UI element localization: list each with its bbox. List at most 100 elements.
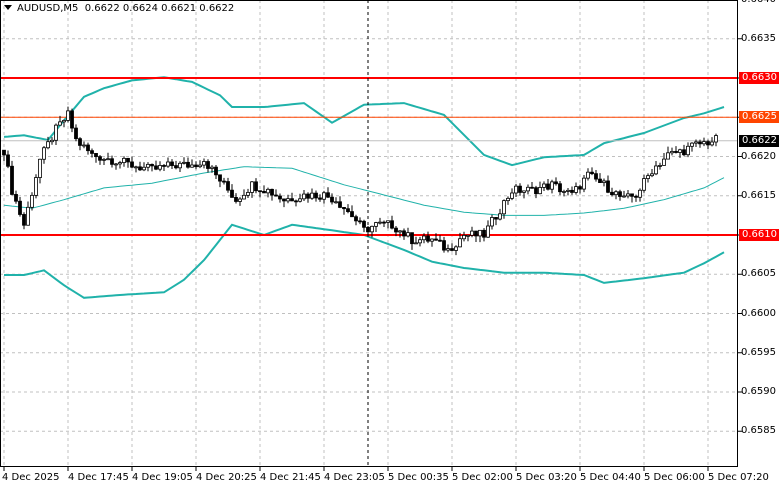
candle-body xyxy=(330,196,334,203)
candle-body xyxy=(318,197,322,200)
candle xyxy=(82,141,86,149)
candle-body xyxy=(74,127,78,140)
candle xyxy=(618,189,622,201)
candle xyxy=(702,137,706,147)
candle-body xyxy=(62,120,66,123)
candle xyxy=(234,193,238,204)
candle xyxy=(682,144,686,157)
candle-body xyxy=(434,238,438,241)
candle xyxy=(690,142,694,152)
candle xyxy=(486,220,490,238)
chart-window[interactable]: AUDUSD,M5 0.6622 0.6624 0.6621 0.6622 0.… xyxy=(0,0,781,489)
candle-body xyxy=(398,230,402,233)
candle-body xyxy=(342,207,346,210)
candle-body xyxy=(182,161,186,164)
candle-body xyxy=(482,229,486,238)
candle xyxy=(30,192,34,211)
candle xyxy=(386,220,390,229)
candle xyxy=(190,159,194,168)
candle-body xyxy=(162,165,166,167)
time-label: 4 Dec 20:25 xyxy=(196,472,257,483)
candle xyxy=(98,154,102,165)
candle xyxy=(490,214,494,230)
candle xyxy=(566,187,570,196)
candle xyxy=(74,124,78,142)
price-label: 0.6595 xyxy=(741,346,776,358)
candle-body xyxy=(574,186,578,193)
candle xyxy=(254,178,258,194)
candle-body xyxy=(546,183,550,190)
candle-body xyxy=(254,181,258,192)
candle xyxy=(614,190,618,200)
candle-body xyxy=(278,195,282,200)
candle xyxy=(342,207,346,215)
candle xyxy=(362,219,366,233)
candle xyxy=(450,243,454,252)
candle-body xyxy=(358,220,362,223)
candle xyxy=(390,215,394,230)
candle-body xyxy=(514,185,518,194)
time-label: 4 Dec 2025 xyxy=(2,472,60,483)
candle-body xyxy=(122,157,126,163)
candle-body xyxy=(518,185,522,193)
candle xyxy=(22,212,26,230)
price-chart[interactable] xyxy=(0,0,781,489)
candle-body xyxy=(662,158,666,166)
candle-body xyxy=(598,178,602,183)
time-label: 4 Dec 19:05 xyxy=(132,472,193,483)
candle-body xyxy=(194,164,198,168)
candle xyxy=(206,159,210,173)
candle-body xyxy=(86,144,90,152)
candle xyxy=(274,189,278,197)
candle xyxy=(354,214,358,226)
candle-body xyxy=(130,161,134,168)
candle xyxy=(478,229,482,243)
candle-body xyxy=(386,220,390,223)
candle xyxy=(302,189,306,202)
bollinger-bands xyxy=(3,76,725,299)
candle xyxy=(558,180,562,196)
candle-body xyxy=(502,200,506,215)
candle xyxy=(14,190,18,204)
level-price-tag: 0.6625 xyxy=(739,111,779,124)
candle-body xyxy=(658,165,662,167)
candle xyxy=(522,190,526,199)
candle xyxy=(226,177,230,193)
candle xyxy=(554,177,558,186)
candle-body xyxy=(570,189,574,193)
candle-body xyxy=(26,206,30,226)
candle-body xyxy=(246,192,250,196)
candle-body xyxy=(110,158,114,165)
candle xyxy=(314,190,318,202)
candle-body xyxy=(70,110,74,129)
candle-body xyxy=(350,211,354,218)
candle-body xyxy=(262,190,266,194)
price-label: 0.6600 xyxy=(741,307,776,319)
candle xyxy=(646,173,650,183)
candle-body xyxy=(18,200,22,215)
candle xyxy=(142,162,146,172)
current-price-tag: 0.6622 xyxy=(739,134,779,147)
price-label: 0.6590 xyxy=(741,386,776,397)
candle xyxy=(186,157,190,169)
candle-body xyxy=(586,171,590,179)
candle xyxy=(238,197,242,206)
candle xyxy=(162,164,166,171)
candle-body xyxy=(530,186,534,189)
candle xyxy=(574,182,578,195)
candle-body xyxy=(190,164,194,168)
candle xyxy=(346,204,350,214)
candle-body xyxy=(54,124,58,141)
candle-body xyxy=(374,222,378,227)
candle-body xyxy=(622,195,626,198)
time-label: 4 Dec 21:45 xyxy=(260,472,321,483)
candle xyxy=(378,217,382,225)
candle-body xyxy=(94,153,98,158)
time-label: 5 Dec 03:20 xyxy=(516,472,577,483)
dropdown-triangle-icon[interactable] xyxy=(4,5,12,10)
candle xyxy=(374,221,378,232)
candle-body xyxy=(302,193,306,200)
candle-body xyxy=(522,190,526,193)
candle-body xyxy=(30,194,34,208)
candle-body xyxy=(618,191,622,197)
